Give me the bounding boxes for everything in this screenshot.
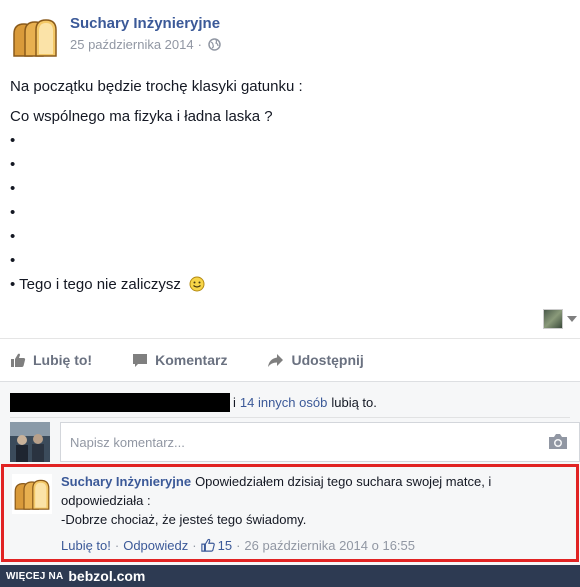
watermark-brand-link[interactable]: bebzol.com	[68, 568, 145, 584]
comment-label: Komentarz	[155, 352, 228, 368]
bread-slices-avatar-icon[interactable]	[10, 12, 60, 62]
bullet-line: •	[10, 156, 16, 173]
bullet-line: •	[10, 228, 16, 245]
comment-like-link[interactable]: Lubię to!	[61, 538, 111, 553]
thumbs-up-icon	[200, 538, 215, 552]
like-button[interactable]: Lubię to!	[10, 352, 92, 368]
meta-separator: ·	[192, 537, 197, 553]
thumbs-up-icon	[11, 353, 26, 367]
comment-text: Suchary Inżynieryjne Opowiedziałem dzisia…	[61, 472, 571, 529]
watermark-prefix: WIĘCEJ NA	[6, 570, 64, 582]
likes-others-link[interactable]: 14 innych osób	[240, 395, 327, 410]
post-header: Suchary Inżynieryjne 25 października 201…	[10, 12, 221, 62]
comment-timestamp[interactable]: 26 października 2014 o 16:55	[244, 538, 415, 553]
comment-input[interactable]	[60, 422, 580, 462]
chevron-down-icon	[567, 316, 577, 322]
share-label: Udostępnij	[291, 352, 364, 368]
likes-suffix: lubią to.	[331, 394, 377, 410]
likes-and: i	[233, 394, 236, 410]
redacted-names-bar	[10, 392, 230, 412]
globe-icon	[208, 38, 221, 51]
user-avatar[interactable]	[10, 422, 50, 462]
speech-bubble-icon	[133, 353, 148, 367]
comment-meta: Lubię to! · Odpowiedz · 15 · 26 paździer…	[61, 535, 415, 555]
user-thumbnail	[543, 309, 563, 329]
comment-like-count[interactable]: 15	[218, 538, 232, 553]
bullet-line: •	[10, 204, 16, 221]
page-name-link[interactable]: Suchary Inżynieryjne	[70, 15, 221, 32]
meta-separator: ·	[197, 37, 202, 52]
share-button[interactable]: Udostępnij	[267, 352, 364, 368]
smiley-emoticon-icon	[189, 276, 205, 292]
likes-summary: i 14 innych osób lubią to.	[10, 391, 377, 413]
watermark-bar: WIĘCEJ NA bebzol.com	[0, 565, 580, 587]
post-date[interactable]: 25 października 2014	[70, 37, 194, 52]
share-arrow-icon	[268, 353, 284, 367]
bread-slices-avatar-icon[interactable]	[12, 474, 52, 514]
post-question: Co wspólnego ma fizyka i ładna laska ?	[10, 108, 273, 125]
post-actions: Lubię to! Komentarz Udostępnij	[10, 345, 404, 375]
post-options-dropdown[interactable]	[543, 309, 577, 329]
divider	[10, 417, 570, 418]
camera-icon[interactable]	[548, 433, 568, 450]
punchline-text: • Tego i tego nie zaliczysz	[10, 276, 181, 293]
comment-button[interactable]: Komentarz	[132, 352, 227, 368]
post-body: Na początku będzie trochę klasyki gatunk…	[10, 75, 570, 297]
like-label: Lubię to!	[33, 352, 93, 368]
post-intro: Na początku będzie trochę klasyki gatunk…	[10, 78, 303, 95]
bullet-line: •	[10, 180, 16, 197]
divider	[0, 381, 580, 382]
meta-separator: ·	[114, 537, 120, 553]
meta-separator: ·	[236, 537, 241, 553]
divider	[0, 338, 580, 339]
comment-reply-link[interactable]: Odpowiedz	[123, 538, 188, 553]
post-punchline: • Tego i tego nie zaliczysz	[10, 273, 570, 297]
comment-text-line2: -Dobrze chociaż, że jesteś tego świadomy…	[61, 512, 307, 527]
facebook-post-screenshot: Suchary Inżynieryjne 25 października 201…	[0, 0, 580, 587]
bullet-line: •	[10, 252, 16, 269]
comment-composer	[10, 422, 580, 462]
bullet-line: •	[10, 132, 16, 149]
post-meta: 25 października 2014 ·	[70, 37, 221, 52]
comment-author-link[interactable]: Suchary Inżynieryjne	[61, 474, 191, 489]
